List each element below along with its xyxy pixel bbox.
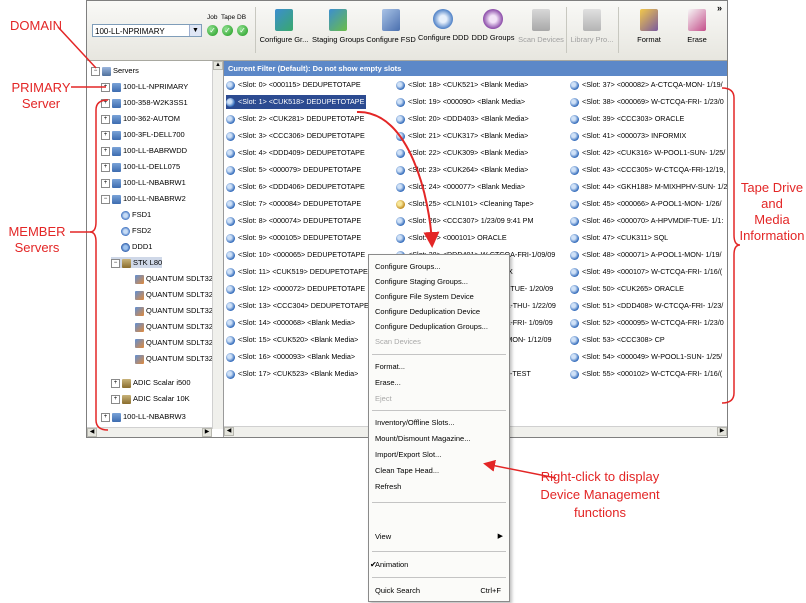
right-click-arrow [356, 110, 440, 248]
annotation-overlay [57, 26, 741, 479]
tape-info-brace [721, 87, 741, 404]
domain-pointer-line [57, 26, 97, 69]
member-servers-brace [89, 99, 109, 431]
menu-pointer-arrow [483, 459, 557, 479]
